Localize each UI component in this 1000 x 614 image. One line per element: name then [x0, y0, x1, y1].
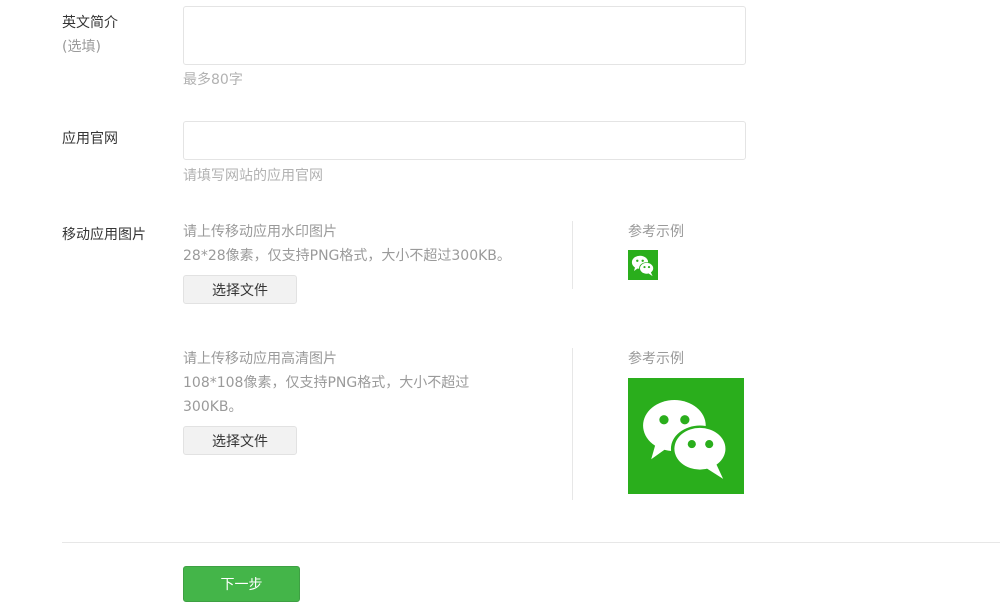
website-hint: 请填写网站的应用官网: [183, 168, 323, 184]
website-label: 应用官网: [62, 131, 118, 147]
hd-ref-label: 参考示例: [628, 351, 684, 367]
website-input[interactable]: [183, 121, 746, 160]
wechat-icon: [628, 250, 658, 280]
next-step-button[interactable]: 下一步: [183, 566, 300, 602]
mobile-images-label: 移动应用图片: [62, 227, 146, 243]
watermark-ref-label: 参考示例: [628, 224, 684, 240]
watermark-choose-file-button[interactable]: 选择文件: [183, 275, 297, 304]
english-intro-label: 英文简介: [62, 15, 118, 31]
hd-choose-file-button[interactable]: 选择文件: [183, 426, 297, 455]
watermark-upload-title: 请上传移动应用水印图片: [183, 224, 337, 240]
footer-divider: [62, 542, 1000, 543]
watermark-divider: [572, 221, 573, 289]
hd-upload-title: 请上传移动应用高清图片: [183, 351, 337, 367]
english-intro-hint: 最多80字: [183, 72, 243, 88]
wechat-icon: [628, 378, 744, 494]
watermark-upload-desc: 28*28像素，仅支持PNG格式，大小不超过300KB。: [183, 248, 511, 264]
hd-divider: [572, 348, 573, 500]
english-intro-textarea[interactable]: [183, 6, 746, 65]
english-intro-optional: (选填): [62, 39, 101, 55]
hd-upload-desc: 108*108像素，仅支持PNG格式，大小不超过300KB。: [183, 375, 470, 415]
